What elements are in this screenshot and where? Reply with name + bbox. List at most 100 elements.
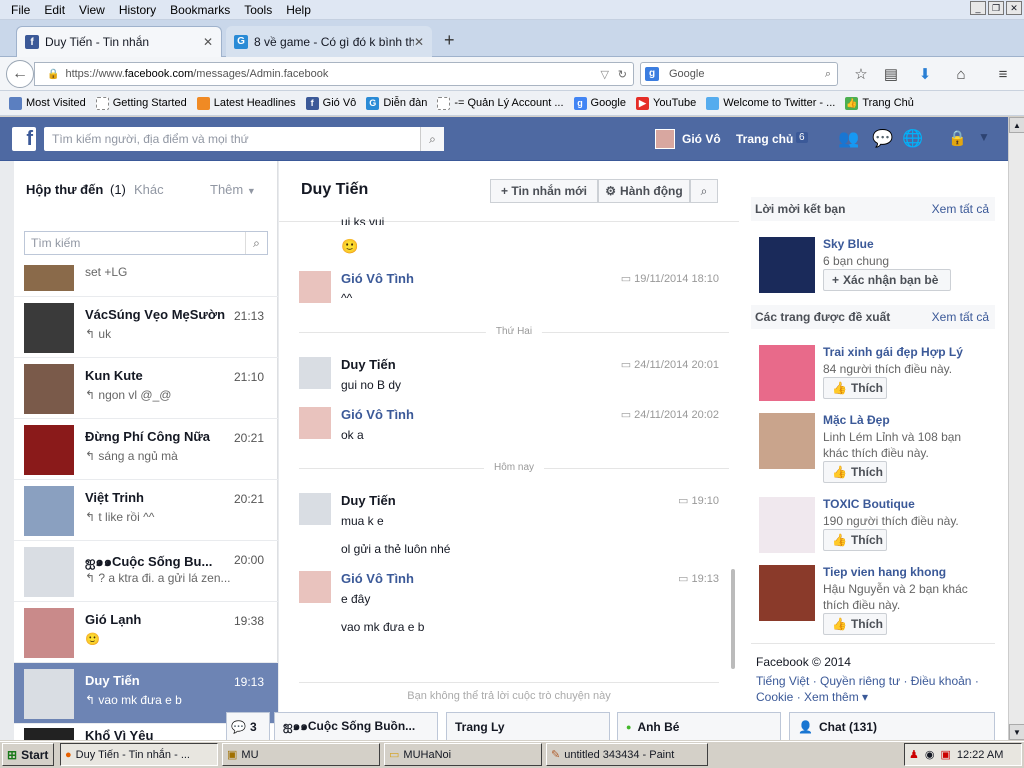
menu-file[interactable]: File bbox=[4, 3, 37, 17]
taskbar-item[interactable]: ▣ MU bbox=[222, 743, 380, 766]
bookmark-star-icon[interactable]: ☆ bbox=[852, 65, 870, 83]
chat-tab[interactable]: ● Anh Bé bbox=[617, 712, 781, 740]
chat-tab[interactable]: ஐ๑๑Cuộc Sống Buồn... bbox=[274, 712, 438, 740]
reload-icon[interactable]: ↻ bbox=[618, 68, 627, 81]
dropdown-arrow-icon[interactable]: ▽ bbox=[601, 68, 609, 81]
chat-tab[interactable]: Trang Ly bbox=[446, 712, 610, 740]
tab-messages[interactable]: f Duy Tiến - Tin nhắn ✕ bbox=[16, 26, 222, 57]
browser-search-box[interactable]: g Google ⌕ bbox=[640, 62, 838, 86]
see-all-link[interactable]: Xem tất cả bbox=[932, 310, 989, 324]
google-engine-icon[interactable]: g bbox=[645, 67, 659, 81]
tray-volume-icon[interactable]: ◉ bbox=[925, 748, 935, 761]
page-name[interactable]: Tiep vien hang khong bbox=[823, 565, 946, 579]
friend-requests-icon[interactable]: 👥 bbox=[838, 129, 859, 149]
page-image[interactable] bbox=[759, 565, 815, 621]
mutual-friends[interactable]: 6 bạn chung bbox=[823, 253, 983, 269]
home-link[interactable]: Trang chủ bbox=[736, 132, 793, 146]
bookmark-item[interactable]: Getting Started bbox=[91, 96, 192, 110]
like-button[interactable]: 👍 Thích bbox=[823, 377, 887, 399]
bookmark-item[interactable]: Most Visited bbox=[4, 96, 91, 110]
menu-bookmarks[interactable]: Bookmarks bbox=[163, 3, 237, 17]
thread-item[interactable]: VácSúng Vẹo MẹSườn 21:13 ↰ uk bbox=[14, 297, 278, 358]
see-all-link[interactable]: Xem tất cả bbox=[932, 202, 989, 216]
footer-links[interactable]: Tiếng Việt · Quyền riêng tư · Điều khoản… bbox=[756, 673, 982, 705]
bookmark-item[interactable]: g Google bbox=[569, 96, 631, 110]
thread-partial-top[interactable]: set +LG bbox=[14, 265, 278, 297]
thread-item[interactable]: Đừng Phí Công Nữa 20:21 ↰ sáng a ngủ mà bbox=[14, 419, 278, 480]
actions-button[interactable]: ⚙ Hành động bbox=[598, 179, 690, 203]
more-dropdown[interactable]: Thêm ▼ bbox=[210, 182, 256, 197]
bookmark-item[interactable]: Welcome to Twitter - ... bbox=[701, 96, 840, 110]
page-scrollbar[interactable]: ▲ ▼ bbox=[1008, 117, 1024, 740]
avatar[interactable] bbox=[655, 129, 675, 149]
chat-notifications[interactable]: 💬 3 bbox=[226, 712, 270, 740]
page-name[interactable]: Trai xinh gái đẹp Hợp Lý bbox=[823, 345, 963, 359]
page-image[interactable] bbox=[759, 345, 815, 401]
start-button[interactable]: ⊞ Start bbox=[2, 743, 54, 766]
chat-sidebar-toggle[interactable]: 👤 Chat (131) bbox=[789, 712, 995, 740]
taskbar-item[interactable]: ● Duy Tiến - Tin nhắn - ... bbox=[60, 743, 218, 766]
avatar[interactable] bbox=[299, 357, 331, 389]
close-window-button[interactable]: ✕ bbox=[1006, 1, 1022, 15]
like-button[interactable]: 👍 Thích bbox=[823, 613, 887, 635]
magnifier-icon[interactable]: ⌕ bbox=[825, 68, 831, 81]
account-dropdown-icon[interactable]: ▼ bbox=[978, 130, 990, 144]
new-message-button[interactable]: + Tin nhắn mới bbox=[490, 179, 598, 203]
close-tab-icon[interactable]: ✕ bbox=[414, 35, 424, 49]
tray-user-icon[interactable]: ♟ bbox=[909, 748, 919, 761]
facebook-logo-icon[interactable]: f bbox=[12, 127, 36, 151]
maximize-button[interactable]: ❐ bbox=[988, 1, 1004, 15]
bookmark-item[interactable]: f Gió Vô bbox=[301, 96, 362, 110]
confirm-friend-button[interactable]: + Xác nhận bạn bè bbox=[823, 269, 951, 291]
message-sender[interactable]: Gió Vô Tình bbox=[341, 571, 414, 586]
bookmark-item[interactable]: 👍 Trang Chủ bbox=[840, 96, 919, 110]
facebook-search-input[interactable]: Tìm kiếm người, địa điểm và mọi thứ ⌕ bbox=[44, 127, 444, 151]
avatar[interactable] bbox=[299, 407, 331, 439]
back-button[interactable]: ← bbox=[6, 60, 34, 88]
search-icon[interactable]: ⌕ bbox=[245, 232, 267, 254]
menu-tools[interactable]: Tools bbox=[237, 3, 279, 17]
avatar[interactable] bbox=[299, 271, 331, 303]
scroll-down-icon[interactable]: ▼ bbox=[1009, 724, 1024, 740]
bookmark-item[interactable]: G Diễn đàn bbox=[361, 96, 432, 110]
profile-link[interactable]: Gió Vô bbox=[682, 132, 721, 146]
page-name[interactable]: TOXIC Boutique bbox=[823, 497, 915, 511]
inbox-title[interactable]: Hộp thư đến bbox=[26, 182, 103, 197]
new-tab-button[interactable]: + bbox=[444, 30, 455, 51]
download-icon[interactable]: ⬇ bbox=[916, 65, 934, 83]
bookmark-item[interactable]: Latest Headlines bbox=[192, 96, 301, 110]
clock[interactable]: 12:22 AM bbox=[957, 749, 1003, 761]
thread-item[interactable]: Kun Kute 21:10 ↰ ngon vl @_@ bbox=[14, 358, 278, 419]
like-button[interactable]: 👍 Thích bbox=[823, 461, 887, 483]
page-image[interactable] bbox=[759, 413, 815, 469]
avatar[interactable] bbox=[299, 493, 331, 525]
url-bar[interactable]: 🔒 https://www. facebook.com/messages/Admi… bbox=[34, 62, 634, 86]
privacy-lock-icon[interactable]: 🔒 bbox=[948, 129, 967, 147]
other-folder-link[interactable]: Khác bbox=[134, 182, 164, 197]
thread-item[interactable]: ஐ๑๑Cuộc Sống Bu... 20:00 ↰ ? a ktra đi. a … bbox=[14, 541, 278, 602]
like-button[interactable]: 👍 Thích bbox=[823, 529, 887, 551]
message-sender[interactable]: Gió Vô Tình bbox=[341, 407, 414, 422]
avatar[interactable] bbox=[299, 571, 331, 603]
avatar[interactable] bbox=[759, 237, 815, 293]
menu-view[interactable]: View bbox=[72, 3, 112, 17]
page-image[interactable] bbox=[759, 497, 815, 553]
home-icon[interactable]: ⌂ bbox=[952, 65, 970, 83]
page-name[interactable]: Mặc Là Đẹp bbox=[823, 413, 890, 427]
message-sender[interactable]: Duy Tiến bbox=[341, 493, 396, 508]
menu-edit[interactable]: Edit bbox=[37, 3, 72, 17]
taskbar-item[interactable]: ✎ untitled 343434 - Paint bbox=[546, 743, 708, 766]
tab-game[interactable]: G 8 về game - Có gì đó k bình th... ✕ bbox=[226, 26, 432, 57]
inbox-search-input[interactable]: Tìm kiếm ⌕ bbox=[24, 231, 268, 255]
bookmark-item[interactable]: ▶ YouTube bbox=[631, 96, 701, 110]
search-icon[interactable]: ⌕ bbox=[420, 127, 444, 151]
notifications-globe-icon[interactable]: 🌐 bbox=[902, 129, 923, 149]
tray-app-icon[interactable]: ▣ bbox=[940, 748, 950, 761]
reading-list-icon[interactable]: ▤ bbox=[882, 65, 900, 83]
scroll-up-icon[interactable]: ▲ bbox=[1009, 117, 1024, 133]
menu-history[interactable]: History bbox=[112, 3, 163, 17]
minimize-button[interactable]: _ bbox=[970, 1, 986, 15]
menu-help[interactable]: Help bbox=[279, 3, 318, 17]
menu-icon[interactable]: ≡ bbox=[994, 65, 1012, 83]
taskbar-item[interactable]: ▭ MUHaNoi bbox=[384, 743, 542, 766]
